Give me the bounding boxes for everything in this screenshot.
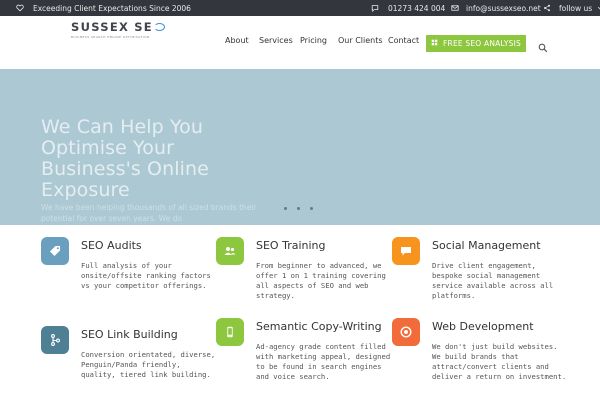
chat-bubble-icon: [371, 4, 379, 12]
nav-item-pricing[interactable]: Pricing: [300, 36, 327, 45]
envelope-icon: [451, 4, 459, 12]
service-description: Drive client engagement, bespoke social …: [432, 261, 554, 300]
free-seo-analysis-button[interactable]: FREE SEO ANALYSIS: [426, 35, 526, 52]
service-description: Ad-agency grade content filled with mark…: [256, 342, 391, 381]
email-text: info@sussexseo.net: [466, 3, 541, 13]
follow-us-text: follow us: [559, 3, 593, 13]
nav-item-about[interactable]: About: [225, 36, 249, 45]
service-description: From beginner to advanced, we offer 1 on…: [256, 261, 386, 300]
tag-icon: [41, 237, 69, 265]
nav-item-contact[interactable]: Contact: [388, 36, 419, 45]
free-seo-analysis-label: FREE SEO ANALYSIS: [443, 39, 521, 48]
tagline-text: Exceeding Client Expectations Since 2006: [33, 3, 191, 13]
nav-item-our-clients[interactable]: Our Clients: [338, 36, 383, 45]
share-icon: [543, 4, 551, 12]
service-description: We don't just build websites. We build b…: [432, 342, 567, 381]
link-tree-icon: [41, 326, 69, 354]
hero-subtitle: We have been helping thousands of all si…: [41, 203, 257, 223]
mobile-icon: [216, 318, 244, 346]
target-icon: [392, 318, 420, 346]
service-title[interactable]: Semantic Copy-Writing: [256, 320, 382, 333]
service-title[interactable]: SEO Link Building: [81, 328, 178, 341]
heart-icon: [16, 4, 24, 12]
service-title[interactable]: Web Development: [432, 320, 534, 333]
nav-item-services[interactable]: Services: [259, 36, 293, 45]
service-description: Full analysis of your onsite/offsite ran…: [81, 261, 211, 290]
slider-dot-1[interactable]: [284, 207, 287, 210]
service-title[interactable]: SEO Audits: [81, 239, 142, 252]
follow-us-menu[interactable]: follow us: [543, 0, 600, 16]
service-description: Conversion orientated, diverse, Penguin/…: [81, 350, 216, 379]
phone-text: 01273 424 004: [388, 3, 446, 13]
search-icon[interactable]: [538, 38, 548, 53]
top-bar: Exceeding Client Expectations Since 2006…: [0, 0, 600, 16]
users-icon: [216, 237, 244, 265]
grid-icon: [431, 39, 438, 48]
tagline-group: Exceeding Client Expectations Since 2006: [16, 0, 191, 16]
slider-dot-2[interactable]: [297, 207, 300, 210]
logo-swoosh-icon: [153, 23, 165, 31]
site-header: SUSSEX SE BUSINESS SEARCH ENGINE OPTIMIS…: [0, 16, 600, 69]
slider-dot-3[interactable]: [310, 207, 313, 210]
hero-slider: We Can Help You Optimise Your Business's…: [0, 69, 600, 225]
chat-icon: [392, 237, 420, 265]
service-title[interactable]: Social Management: [432, 239, 541, 252]
service-title[interactable]: SEO Training: [256, 239, 326, 252]
phone-link[interactable]: 01273 424 004: [371, 0, 445, 16]
email-link[interactable]: info@sussexseo.net: [451, 0, 541, 16]
slider-dots: [284, 207, 313, 210]
hero-title: We Can Help You Optimise Your Business's…: [41, 116, 209, 201]
